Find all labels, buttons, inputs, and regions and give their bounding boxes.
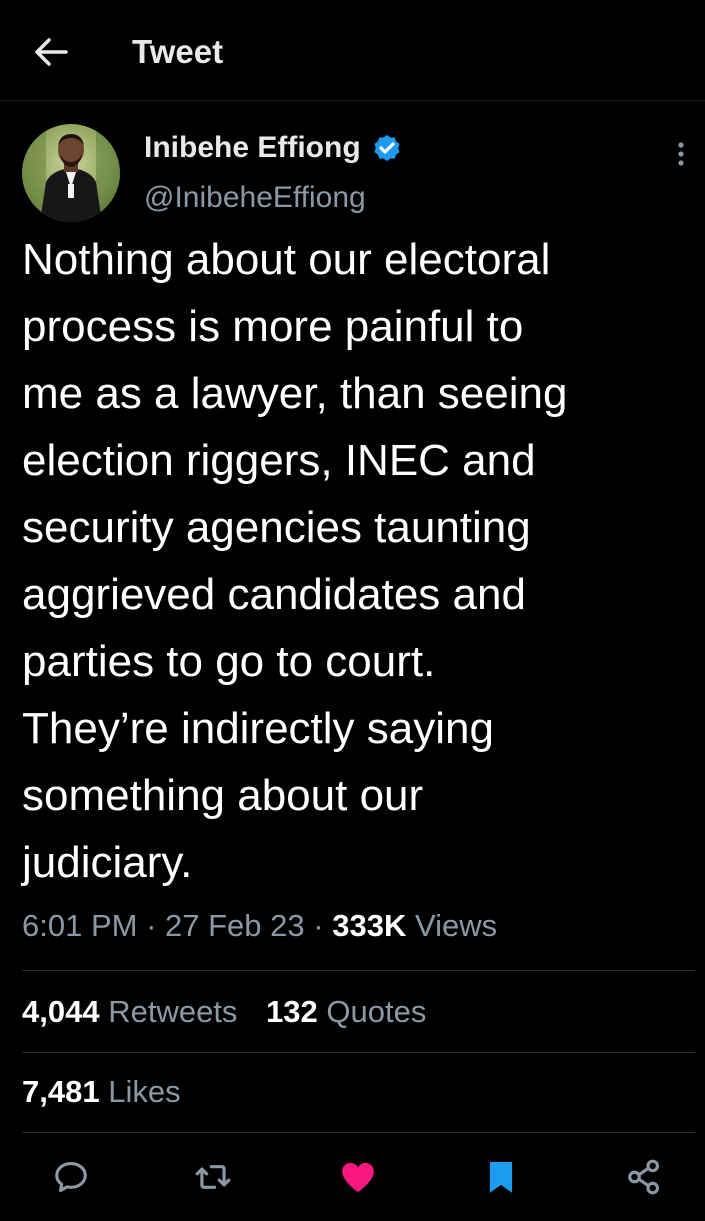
meta-separator: · <box>313 908 324 943</box>
avatar[interactable] <box>22 124 120 222</box>
author-handle[interactable]: @InibeheEffiong <box>144 176 366 220</box>
views-label: Views <box>414 908 498 943</box>
quotes-count: 132 <box>266 994 318 1029</box>
tweet-time: 6:01 PM <box>22 908 138 943</box>
verified-badge-icon <box>374 134 400 162</box>
quotes-stat[interactable]: 132 Quotes <box>266 990 426 1034</box>
action-bar <box>0 1150 705 1204</box>
engagement-row: 4,044 Retweets 132 Quotes <box>22 990 446 1034</box>
bookmark-button[interactable] <box>474 1150 528 1204</box>
page-title: Tweet <box>132 33 224 70</box>
more-options-button[interactable] <box>664 132 698 176</box>
retweet-icon <box>195 1165 231 1189</box>
quotes-label: Quotes <box>326 994 427 1029</box>
top-bar: Tweet <box>0 0 705 101</box>
retweets-stat[interactable]: 4,044 Retweets <box>22 990 237 1034</box>
tweet-text: Nothing about our electoral process is m… <box>22 235 568 887</box>
back-button[interactable] <box>28 30 74 74</box>
tweet-meta: 6:01 PM · 27 Feb 23 · 333K Views <box>22 904 497 948</box>
heart-icon <box>342 1162 374 1192</box>
reply-button[interactable] <box>44 1150 98 1204</box>
share-button[interactable] <box>617 1150 671 1204</box>
author-name-row: Inibehe Effiong <box>144 126 403 170</box>
likes-count: 7,481 <box>22 1074 100 1109</box>
meta-separator: · <box>146 908 157 943</box>
bookmark-icon <box>489 1161 513 1193</box>
likes-stat[interactable]: 7,481 Likes <box>22 1070 181 1114</box>
retweets-count: 4,044 <box>22 994 100 1029</box>
author-name[interactable]: Inibehe Effiong <box>144 131 361 165</box>
avatar-image <box>22 124 120 222</box>
likes-row: 7,481 Likes <box>22 1070 201 1114</box>
share-icon <box>628 1159 660 1195</box>
divider <box>22 970 695 971</box>
divider <box>22 1052 695 1053</box>
arrow-left-icon <box>35 38 68 66</box>
views-count: 333K <box>332 908 407 943</box>
tweet-date[interactable]: 27 Feb 23 <box>165 908 305 943</box>
like-button[interactable] <box>331 1150 385 1204</box>
likes-label: Likes <box>108 1074 181 1109</box>
retweets-label: Retweets <box>108 994 238 1029</box>
reply-icon <box>55 1161 87 1193</box>
more-vertical-icon <box>678 142 684 166</box>
retweet-button[interactable] <box>186 1150 240 1204</box>
divider <box>22 1132 695 1133</box>
